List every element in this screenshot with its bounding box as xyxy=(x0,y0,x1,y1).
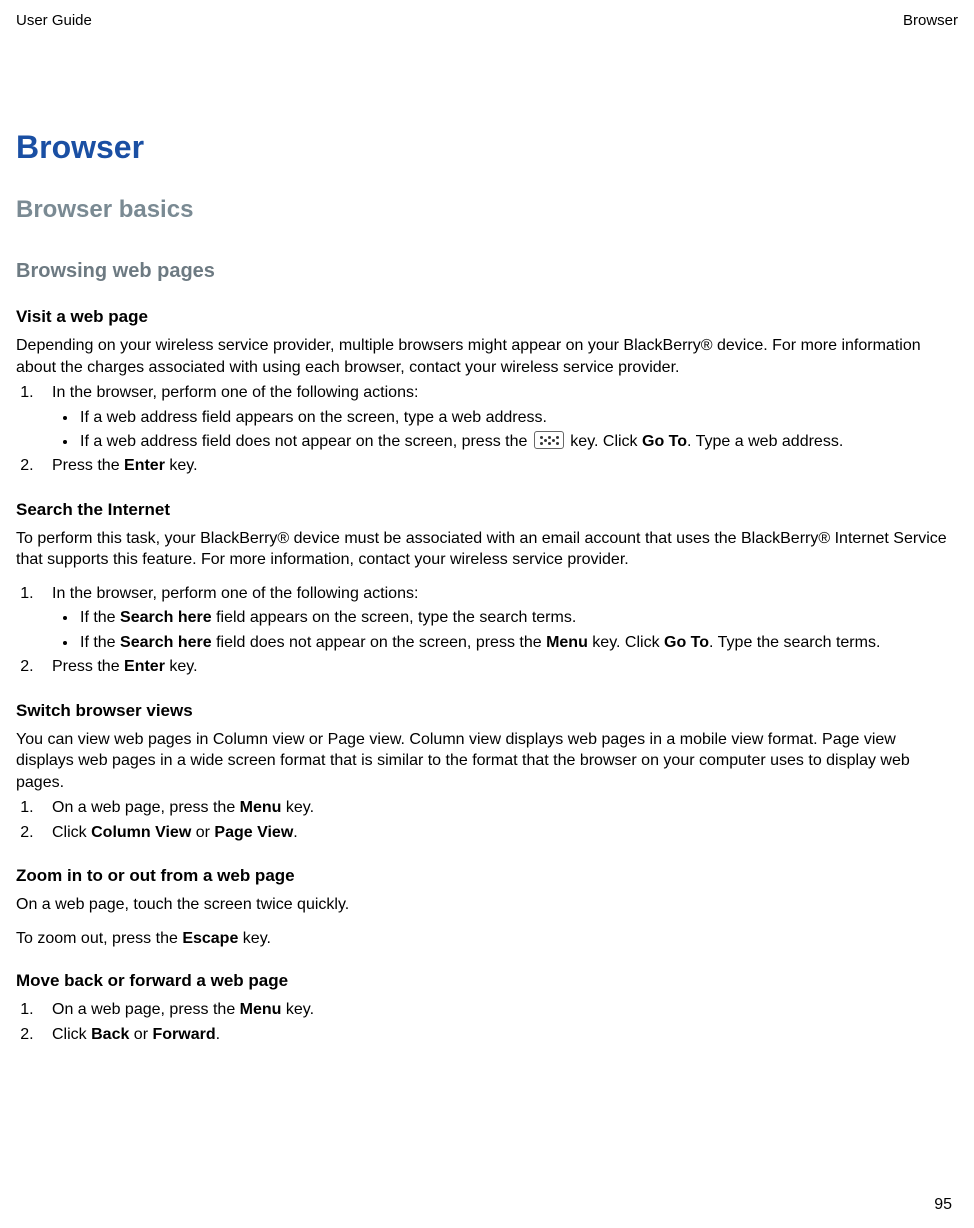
search-bullet-2: If the Search here field does not appear… xyxy=(78,632,958,654)
switch-steps: On a web page, press the Menu key. Click… xyxy=(38,797,958,844)
switch-s2-cv: Column View xyxy=(91,824,191,841)
visit-goto: Go To xyxy=(642,433,687,450)
zoom-p2: To zoom out, press the Escape key. xyxy=(16,928,958,950)
switch-step-1: On a web page, press the Menu key. xyxy=(38,797,958,819)
switch-heading: Switch browser views xyxy=(16,701,958,721)
search-b2-mid1: field does not appear on the screen, pre… xyxy=(212,634,546,651)
switch-s2-post: . xyxy=(293,824,297,841)
move-s2-back: Back xyxy=(91,1026,129,1043)
switch-s2-mid: or xyxy=(191,824,214,841)
visit-heading: Visit a web page xyxy=(16,307,958,327)
visit-step-2-pre: Press the xyxy=(52,457,124,474)
move-heading: Move back or forward a web page xyxy=(16,971,958,991)
search-step-2-post: key. xyxy=(165,658,198,675)
section-title: Browsing web pages xyxy=(16,260,958,283)
search-step-1-bullets: If the Search here field appears on the … xyxy=(78,607,958,654)
move-s2-mid: or xyxy=(129,1026,152,1043)
switch-views-section: Switch browser views You can view web pa… xyxy=(16,701,958,845)
visit-step-2-post: key. xyxy=(165,457,198,474)
switch-step-2: Click Column View or Page View. xyxy=(38,822,958,844)
search-b2-sh: Search here xyxy=(120,634,212,651)
page-subtitle: Browser basics xyxy=(16,196,958,224)
switch-s1-menu: Menu xyxy=(240,799,282,816)
move-step-2: Click Back or Forward. xyxy=(38,1024,958,1046)
visit-web-page-section: Visit a web page Depending on your wirel… xyxy=(16,307,958,478)
menu-key-icon xyxy=(534,431,564,449)
move-s1-post: key. xyxy=(281,1001,314,1018)
zoom-escape: Escape xyxy=(182,930,238,947)
move-section: Move back or forward a web page On a web… xyxy=(16,971,958,1046)
switch-s2-pv: Page View xyxy=(214,824,293,841)
move-s2-fwd: Forward xyxy=(152,1026,215,1043)
switch-s1-post: key. xyxy=(281,799,314,816)
move-s1-menu: Menu xyxy=(240,1001,282,1018)
search-b2-mid2: key. Click xyxy=(588,634,664,651)
search-step-2-pre: Press the xyxy=(52,658,124,675)
zoom-p2-pre: To zoom out, press the xyxy=(16,930,182,947)
search-heading: Search the Internet xyxy=(16,500,958,520)
page-title: Browser xyxy=(16,129,958,166)
visit-b2-post: . Type a web address. xyxy=(687,433,843,450)
visit-bullet-1: If a web address field appears on the sc… xyxy=(78,407,958,429)
search-step-1-text: In the browser, perform one of the follo… xyxy=(52,585,418,602)
zoom-section: Zoom in to or out from a web page On a w… xyxy=(16,866,958,949)
visit-bullet-2: If a web address field does not appear o… xyxy=(78,431,958,453)
visit-b2-pre: If a web address field does not appear o… xyxy=(80,433,532,450)
search-b1-pre: If the xyxy=(80,609,120,626)
page-number: 95 xyxy=(934,1196,952,1214)
search-b2-post: . Type the search terms. xyxy=(709,634,880,651)
search-b1-sh: Search here xyxy=(120,609,212,626)
switch-s2-pre: Click xyxy=(52,824,91,841)
move-s2-pre: Click xyxy=(52,1026,91,1043)
visit-intro: Depending on your wireless service provi… xyxy=(16,335,958,378)
move-s1-pre: On a web page, press the xyxy=(52,1001,240,1018)
search-internet-section: Search the Internet To perform this task… xyxy=(16,500,958,679)
search-b1-post: field appears on the screen, type the se… xyxy=(212,609,577,626)
move-step-1: On a web page, press the Menu key. xyxy=(38,999,958,1021)
visit-b2-mid: key. Click xyxy=(566,433,642,450)
search-step-2: Press the Enter key. xyxy=(38,656,958,678)
zoom-p2-post: key. xyxy=(238,930,271,947)
search-bullet-1: If the Search here field appears on the … xyxy=(78,607,958,629)
header-right: Browser xyxy=(903,12,958,29)
search-step-1: In the browser, perform one of the follo… xyxy=(38,583,958,654)
switch-intro: You can view web pages in Column view or… xyxy=(16,729,958,794)
page-header: User Guide Browser xyxy=(16,12,958,29)
switch-s1-pre: On a web page, press the xyxy=(52,799,240,816)
move-steps: On a web page, press the Menu key. Click… xyxy=(38,999,958,1046)
header-left: User Guide xyxy=(16,12,92,29)
visit-steps: In the browser, perform one of the follo… xyxy=(38,382,958,478)
zoom-heading: Zoom in to or out from a web page xyxy=(16,866,958,886)
search-enter: Enter xyxy=(124,658,165,675)
visit-step-1-text: In the browser, perform one of the follo… xyxy=(52,384,418,401)
search-b2-menu: Menu xyxy=(546,634,588,651)
search-b2-go: Go To xyxy=(664,634,709,651)
visit-step-1: In the browser, perform one of the follo… xyxy=(38,382,958,453)
visit-enter: Enter xyxy=(124,457,165,474)
search-steps: In the browser, perform one of the follo… xyxy=(38,583,958,679)
search-intro: To perform this task, your BlackBerry® d… xyxy=(16,528,958,571)
search-b2-pre: If the xyxy=(80,634,120,651)
move-s2-post: . xyxy=(216,1026,220,1043)
visit-step-2: Press the Enter key. xyxy=(38,455,958,477)
zoom-p1: On a web page, touch the screen twice qu… xyxy=(16,894,958,916)
visit-step-1-bullets: If a web address field appears on the sc… xyxy=(78,407,958,454)
